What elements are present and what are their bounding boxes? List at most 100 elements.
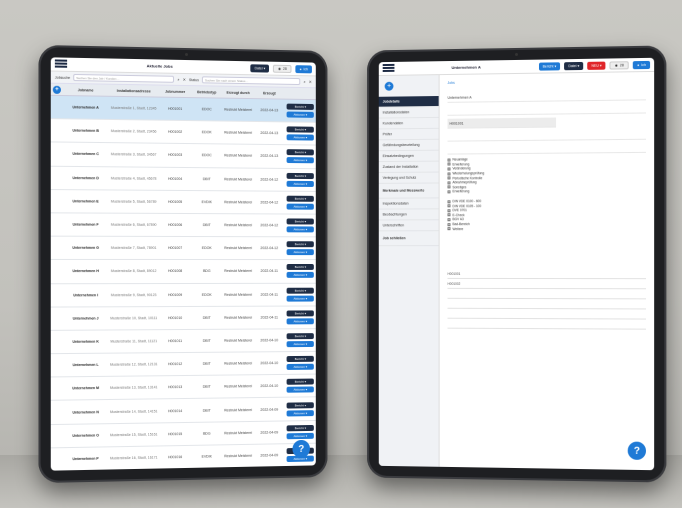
back-link[interactable]: Jobs — [448, 78, 646, 85]
checkbox-icon[interactable] — [447, 158, 451, 162]
column-header-type[interactable]: Betriebstyp — [191, 90, 222, 95]
user-button[interactable]: ● Ich — [632, 60, 651, 69]
app-logo-icon[interactable] — [54, 59, 68, 68]
sidebar-item[interactable]: Prüfer — [378, 128, 439, 141]
sidebar-item[interactable]: Einsatzbedingungen — [378, 150, 439, 163]
report-dropdown-button[interactable]: Bericht ▾ — [286, 310, 314, 317]
empty-field[interactable] — [447, 103, 647, 116]
checkbox-icon[interactable] — [447, 218, 451, 222]
table-row[interactable]: Unternehmen C Musterstraße 3, Stadt, 3456… — [50, 142, 316, 169]
checkbox-icon[interactable] — [447, 222, 451, 226]
checkbox-icon[interactable] — [447, 209, 451, 213]
actions-dropdown-button[interactable]: Aktionen ▾ — [286, 249, 314, 256]
empty-line[interactable] — [447, 290, 647, 300]
empty-field[interactable] — [447, 142, 647, 155]
alert-button[interactable]: NEU ▾ — [587, 61, 606, 70]
actions-dropdown-button[interactable]: Aktionen ▾ — [286, 203, 314, 210]
actions-dropdown-button[interactable]: Aktionen ▾ — [286, 295, 314, 302]
checkbox-icon[interactable] — [447, 162, 451, 166]
sidebar-item[interactable]: Zustand der Installation — [378, 161, 439, 173]
clear-icon[interactable]: ✕ — [309, 79, 312, 84]
checkbox-icon[interactable] — [447, 227, 451, 231]
lower-field-2[interactable]: H001002 — [447, 280, 647, 290]
report-dropdown-button[interactable]: Bericht ▾ — [286, 333, 314, 340]
status-search-input[interactable]: Suchen Sie nach einem Status… — [201, 76, 301, 86]
job-search-input[interactable]: Suchen Sie den Job / Kunden… — [73, 73, 175, 83]
report-dropdown-button[interactable]: Bericht ▾ — [286, 401, 314, 409]
actions-dropdown-button[interactable]: Aktionen ▾ — [286, 409, 314, 417]
empty-line[interactable] — [447, 320, 647, 330]
table-row[interactable]: Unternehmen K Musterstraße 11, Stadt, 111… — [50, 329, 316, 355]
user-button[interactable]: ● Ich — [295, 64, 312, 73]
report-dropdown-button[interactable]: Bericht ▾ — [286, 195, 314, 202]
report-dropdown-button[interactable]: Bericht ▾ — [286, 378, 314, 386]
report-dropdown-button[interactable]: Bericht ▾ — [286, 264, 314, 271]
checkbox-icon[interactable] — [447, 172, 451, 176]
sidebar-item[interactable]: Inspektionsdaten — [378, 198, 439, 210]
report-dropdown-button[interactable]: Bericht ▾ — [286, 424, 314, 432]
actions-dropdown-button[interactable]: Aktionen ▾ — [286, 340, 314, 348]
search-icon[interactable]: ⌕ — [304, 79, 306, 84]
table-row[interactable]: Unternehmen B Musterstraße 2, Stadt, 2345… — [50, 119, 316, 146]
actions-dropdown-button[interactable]: Aktionen ▾ — [286, 318, 314, 325]
checkbox-icon[interactable] — [447, 213, 451, 217]
report-dropdown-button[interactable]: Bericht ▾ — [286, 103, 314, 111]
sidebar-item[interactable]: Installationsdaten — [378, 106, 439, 119]
table-row[interactable]: Unternehmen G Musterstraße 7, Stadt, 7890… — [50, 236, 316, 261]
help-button[interactable]: ? — [627, 441, 647, 460]
table-row[interactable]: Unternehmen I Musterstraße 9, Stadt, 9012… — [50, 283, 316, 308]
report-dropdown-button[interactable]: Bericht ▾ — [286, 241, 314, 248]
report-dropdown-button[interactable]: Bericht ▾ — [286, 355, 314, 363]
checkbox-icon[interactable] — [447, 204, 451, 208]
table-row[interactable]: Unternehmen F Musterstraße 6, Stadt, 6789… — [50, 213, 316, 238]
checkbox-icon[interactable] — [447, 185, 451, 189]
column-header-created-by[interactable]: Erzeugt durch — [222, 90, 253, 95]
column-header-jobname[interactable]: Jobname — [63, 87, 108, 92]
actions-dropdown-button[interactable]: Aktionen ▾ — [286, 157, 314, 164]
actions-dropdown-button[interactable]: Aktionen ▾ — [286, 226, 314, 233]
search-icon[interactable]: ⌕ — [177, 77, 179, 82]
empty-line[interactable] — [447, 310, 647, 320]
app-logo-icon[interactable] — [382, 63, 395, 73]
report-button[interactable]: Bericht ▾ — [538, 61, 561, 71]
checkbox-icon[interactable] — [447, 199, 451, 203]
add-job-button[interactable]: + — [52, 85, 61, 94]
column-header-address[interactable]: Installationsadresse — [108, 88, 159, 93]
actions-dropdown-button[interactable]: Aktionen ▾ — [286, 363, 314, 371]
actions-dropdown-button[interactable]: Aktionen ▾ — [286, 111, 314, 118]
table-row[interactable]: Unternehmen D Musterstraße 4, Stadt, 4567… — [50, 166, 316, 192]
sidebar-item[interactable]: Kundendaten — [378, 117, 439, 130]
add-button[interactable]: + — [384, 81, 394, 91]
checkbox-icon[interactable] — [447, 167, 451, 171]
table-row[interactable]: Unternehmen L Musterstraße 12, Stadt, 121… — [50, 351, 316, 378]
checkbox-icon[interactable] — [447, 176, 451, 180]
actions-dropdown-button[interactable]: Aktionen ▾ — [286, 134, 314, 141]
table-row[interactable]: Unternehmen H Musterstraße 8, Stadt, 8901… — [50, 260, 316, 284]
sidebar-item[interactable]: Beobachtungen — [378, 209, 439, 221]
sidebar-item[interactable]: Jobdetails — [378, 96, 439, 108]
empty-line[interactable] — [447, 300, 647, 310]
sidebar-item[interactable]: Unterschriften — [378, 220, 439, 232]
clear-icon[interactable]: ✕ — [183, 77, 186, 82]
date-filter-button[interactable]: Datei ▾ — [250, 63, 270, 73]
actions-dropdown-button[interactable]: Aktionen ▾ — [286, 432, 314, 439]
sidebar-item[interactable]: Job schließen — [378, 231, 439, 247]
checkbox-icon[interactable] — [447, 181, 451, 185]
company-field[interactable]: Unternehmen A — [447, 90, 647, 103]
report-dropdown-button[interactable]: Bericht ▾ — [286, 218, 314, 225]
report-dropdown-button[interactable]: Bericht ▾ — [286, 172, 314, 179]
column-header-created[interactable]: Erzeugt — [254, 91, 285, 95]
notification-button[interactable]: ◉ 28 — [273, 64, 292, 73]
column-header-jobnumber[interactable]: Jobnummer — [159, 89, 191, 94]
lower-field-1[interactable]: H001001 — [447, 270, 647, 280]
actions-dropdown-button[interactable]: Aktionen ▾ — [286, 272, 314, 279]
notification-button[interactable]: ◉ 28 — [609, 60, 629, 70]
actions-dropdown-button[interactable]: Aktionen ▾ — [286, 386, 314, 394]
report-dropdown-button[interactable]: Bericht ▾ — [286, 149, 314, 156]
table-row[interactable]: Unternehmen E Musterstraße 5, Stadt, 5678… — [50, 189, 316, 215]
sidebar-item[interactable]: Verlegung und Schutz — [378, 172, 439, 184]
report-dropdown-button[interactable]: Bericht ▾ — [286, 126, 314, 133]
empty-field[interactable] — [447, 129, 647, 142]
sidebar-item[interactable]: Gefährdungsbeurteilung — [378, 139, 439, 152]
date-filter-button[interactable]: Datei ▾ — [564, 61, 584, 70]
